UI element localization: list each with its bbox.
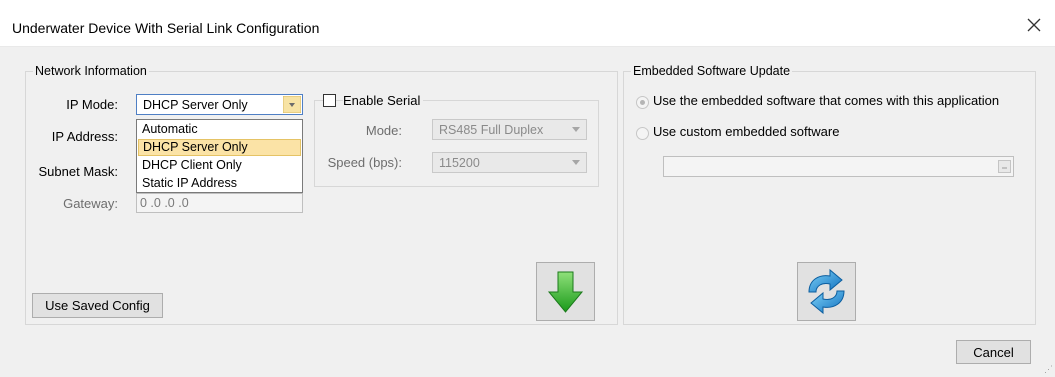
update-software-button[interactable] (797, 262, 856, 321)
browse-icon[interactable] (998, 160, 1011, 173)
use-custom-software-radio[interactable] (636, 127, 649, 140)
ip-mode-label: IP Mode: (66, 97, 118, 112)
use-default-software-radio[interactable] (636, 96, 649, 109)
use-default-software-label[interactable]: Use the embedded software that comes wit… (653, 93, 999, 108)
cancel-button[interactable]: Cancel (956, 340, 1031, 364)
ip-mode-option-dhcp-server[interactable]: DHCP Server Only (138, 139, 301, 156)
subnet-mask-label: Subnet Mask: (38, 164, 119, 179)
gateway-value: 0 .0 .0 .0 (140, 196, 189, 210)
serial-group (314, 100, 599, 187)
gateway-label: Gateway: (63, 196, 118, 211)
ip-mode-option-static-ip[interactable]: Static IP Address (138, 175, 301, 192)
network-information-legend: Network Information (33, 64, 149, 78)
ip-mode-select[interactable]: DHCP Server Only (136, 94, 303, 115)
refresh-arrows-icon (798, 268, 855, 323)
ip-mode-option-automatic[interactable]: Automatic (138, 121, 301, 138)
ip-mode-value: DHCP Server Only (143, 98, 248, 112)
serial-speed-select[interactable]: 115200 (432, 152, 587, 173)
enable-serial-checkbox[interactable] (323, 94, 336, 107)
resize-grip-icon[interactable]: ⋰ (1044, 364, 1053, 375)
ip-address-label: IP Address: (51, 129, 118, 144)
serial-speed-value: 115200 (439, 156, 480, 170)
close-icon[interactable] (1023, 14, 1045, 36)
title-bar: Underwater Device With Serial Link Confi… (0, 0, 1055, 47)
chevron-down-icon[interactable] (282, 95, 302, 114)
use-custom-software-label[interactable]: Use custom embedded software (653, 124, 839, 139)
window-title: Underwater Device With Serial Link Confi… (12, 20, 320, 36)
ip-mode-dropdown: Automatic DHCP Server Only DHCP Client O… (136, 119, 303, 193)
apply-config-button[interactable] (536, 262, 595, 321)
serial-mode-value: RS485 Full Duplex (439, 123, 544, 137)
ip-mode-option-dhcp-client[interactable]: DHCP Client Only (138, 157, 301, 174)
serial-mode-label: Mode: (365, 123, 402, 138)
embedded-software-legend: Embedded Software Update (631, 64, 793, 78)
serial-speed-label: Speed (bps): (327, 155, 402, 170)
enable-serial-label[interactable]: Enable Serial (343, 93, 424, 108)
download-arrow-icon (537, 271, 594, 323)
serial-mode-select[interactable]: RS485 Full Duplex (432, 119, 587, 140)
use-saved-config-button[interactable]: Use Saved Config (32, 293, 163, 318)
gateway-field[interactable]: 0 .0 .0 .0 (136, 193, 303, 213)
custom-software-path-field[interactable] (663, 156, 1014, 177)
chevron-down-icon (567, 154, 585, 171)
chevron-down-icon (567, 121, 585, 138)
